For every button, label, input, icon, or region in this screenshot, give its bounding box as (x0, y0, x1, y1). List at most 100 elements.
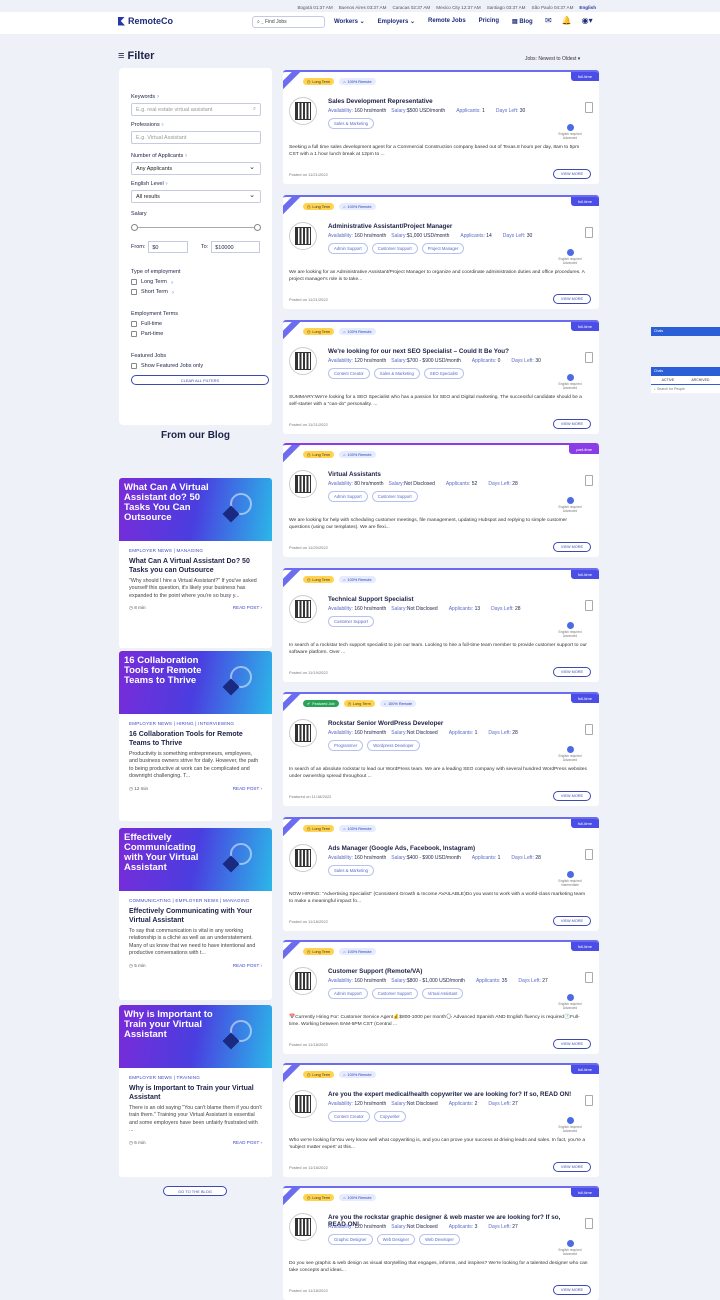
chat-header[interactable]: Chats (651, 327, 720, 336)
avatar[interactable]: ◉▾ (582, 16, 593, 25)
blog-card[interactable]: Why is Important to Train your Virtual A… (119, 1005, 272, 1177)
bookmark-icon[interactable] (585, 475, 593, 486)
view-more-button[interactable]: VIEW MORE (553, 791, 591, 801)
bookmark-icon[interactable] (585, 227, 593, 238)
full-time-checkbox[interactable]: Full-time (131, 321, 260, 327)
job-card[interactable]: full-time ◷ Long Term ⌂ 100% Remote Cust… (283, 940, 599, 1054)
job-title[interactable]: Administrative Assistant/Project Manager (328, 223, 578, 230)
blog-categories[interactable]: EMPLOYER NEWS | HIRING | INTERVIEWING (129, 720, 262, 728)
blog-card[interactable]: What Can A Virtual Assistant do? 50 Task… (119, 478, 272, 648)
skill-tag[interactable]: Content Creator (328, 368, 370, 379)
blog-card[interactable]: 16 Collaboration Tools for Remote Teams … (119, 651, 272, 821)
skill-tag[interactable]: Customer Support (371, 988, 418, 999)
nav-employers[interactable]: Employers ⌄ (378, 18, 415, 25)
bookmark-icon[interactable] (585, 972, 593, 983)
nav-workers[interactable]: Workers ⌄ (334, 18, 365, 25)
view-more-button[interactable]: VIEW MORE (553, 542, 591, 552)
skill-tag[interactable]: Customer Support (371, 243, 418, 254)
bookmark-icon[interactable] (585, 102, 593, 113)
skill-tag[interactable]: Project Manager (421, 243, 465, 254)
skill-tag[interactable]: Programmer (328, 740, 364, 751)
job-title[interactable]: Are you the expert medical/health copywr… (328, 1091, 578, 1098)
read-post-link[interactable]: READ POST › (233, 604, 262, 612)
sort-select[interactable]: Jobs: Newest to Oldest ▾ (525, 56, 580, 62)
chat-search-input[interactable]: ⌕ Search for People (651, 385, 720, 393)
blog-categories[interactable]: EMPLOYER NEWS | TRAINING (129, 1074, 262, 1082)
job-title[interactable]: Rockstar Senior WordPress Developer (328, 720, 578, 727)
chat-tab-archived[interactable]: ARCHIVED (691, 378, 709, 382)
nav-remote-jobs[interactable]: Remote Jobs (428, 18, 466, 25)
bookmark-icon[interactable] (585, 724, 593, 735)
checkbox[interactable] (131, 279, 137, 285)
skill-tag[interactable]: Customer Support (328, 616, 374, 627)
featured-checkbox[interactable]: Show Featured Jobs only (131, 363, 260, 369)
read-post-link[interactable]: READ POST › (233, 785, 262, 793)
applicants-select[interactable]: Any Applicants (131, 162, 261, 175)
job-title[interactable]: Virtual Assistants (328, 471, 578, 478)
long-term-checkbox[interactable]: Long Term ? (131, 279, 260, 285)
skill-tag[interactable]: Customer Support (371, 491, 418, 502)
skill-tag[interactable]: Content Creator (328, 1111, 370, 1122)
skill-tag[interactable]: Copywriter (373, 1111, 406, 1122)
skill-tag[interactable]: Sales & Marketing (373, 368, 420, 379)
skill-tag[interactable]: Admin Support (328, 243, 368, 254)
bookmark-icon[interactable] (585, 600, 593, 611)
skill-tag[interactable]: Web Developer (419, 1234, 460, 1245)
blog-categories[interactable]: COMMUNICATING | EMPLOYER NEWS | MANAGING (129, 897, 262, 905)
view-more-button[interactable]: VIEW MORE (553, 916, 591, 926)
checkbox[interactable] (131, 363, 137, 369)
view-more-button[interactable]: VIEW MORE (553, 419, 591, 429)
checkbox[interactable] (131, 289, 137, 295)
job-card[interactable]: full-time ◷ Long Term ⌂ 100% Remote Are … (283, 1063, 599, 1177)
blog-post-title[interactable]: 16 Collaboration Tools for Remote Teams … (129, 730, 262, 748)
job-card[interactable]: full-time ◷ Long Term ⌂ 100% Remote We'r… (283, 320, 599, 434)
blog-categories[interactable]: EMPLOYER NEWS | MANAGING (129, 547, 262, 555)
skill-tag[interactable]: Web Designer (376, 1234, 416, 1245)
clear-filters-button[interactable]: CLEAR ALL FILTERS (131, 375, 269, 385)
bookmark-icon[interactable] (585, 1218, 593, 1229)
job-card[interactable]: full-time ◷ Long Term ⌂ 100% Remote Tech… (283, 568, 599, 682)
checkbox[interactable] (131, 321, 137, 327)
find-jobs-search[interactable]: ⌕ ⌄ Find Jobs (252, 16, 325, 28)
bookmark-icon[interactable] (585, 849, 593, 860)
salary-slider[interactable] (131, 223, 261, 233)
job-title[interactable]: Sales Development Representative (328, 98, 578, 105)
view-more-button[interactable]: VIEW MORE (553, 1285, 591, 1295)
skill-tag[interactable]: Virtual Assistant (421, 988, 464, 999)
view-more-button[interactable]: VIEW MORE (553, 169, 591, 179)
slider-min-handle[interactable] (131, 224, 138, 231)
site-logo[interactable]: RemoteCo (118, 16, 173, 26)
skill-tag[interactable]: Admin Support (328, 988, 368, 999)
job-card[interactable]: full-time ✔ Featured Job ◷ Long Term ⌂ 1… (283, 692, 599, 806)
chat-widget-collapsed[interactable]: Chats (651, 327, 720, 336)
job-card[interactable]: full-time ◷ Long Term ⌂ 100% Remote Admi… (283, 195, 599, 309)
mail-icon[interactable]: ✉ (545, 16, 552, 25)
skill-tag[interactable]: Sales & Marketing (328, 118, 374, 129)
view-more-button[interactable]: VIEW MORE (553, 1039, 591, 1049)
chat-header[interactable]: Chats (651, 367, 720, 376)
salary-to-input[interactable]: $10000 (211, 241, 260, 253)
slider-max-handle[interactable] (254, 224, 261, 231)
skill-tag[interactable]: Admin Support (328, 491, 368, 502)
read-post-link[interactable]: READ POST › (233, 1139, 262, 1147)
nav-pricing[interactable]: Pricing (479, 18, 499, 25)
job-title[interactable]: Customer Support (Remote/VA) (328, 968, 578, 975)
english-select[interactable]: All results (131, 190, 261, 203)
job-card[interactable]: full-time ◷ Long Term ⌂ 100% Remote Sale… (283, 70, 599, 184)
bookmark-icon[interactable] (585, 352, 593, 363)
skill-tag[interactable]: Graphic Designer (328, 1234, 373, 1245)
short-term-checkbox[interactable]: Short Term ? (131, 289, 260, 295)
blog-post-title[interactable]: Why is Important to Train your Virtual A… (129, 1084, 262, 1102)
job-title[interactable]: Technical Support Specialist (328, 596, 578, 603)
read-post-link[interactable]: READ POST › (233, 962, 262, 970)
part-time-checkbox[interactable]: Part-time (131, 331, 260, 337)
job-card[interactable]: part-time ◷ Long Term ⌂ 100% Remote Virt… (283, 443, 599, 557)
bookmark-icon[interactable] (585, 1095, 593, 1106)
language-selector[interactable]: English (579, 5, 596, 10)
checkbox[interactable] (131, 331, 137, 337)
bell-icon[interactable]: 🔔 (562, 16, 572, 25)
skill-tag[interactable]: Wordpress Developer (367, 740, 420, 751)
skill-tag[interactable]: Sales & Marketing (328, 865, 374, 876)
keywords-input[interactable]: E.g. real estate virtual assistant ⌕ (131, 103, 261, 116)
view-more-button[interactable]: VIEW MORE (553, 667, 591, 677)
